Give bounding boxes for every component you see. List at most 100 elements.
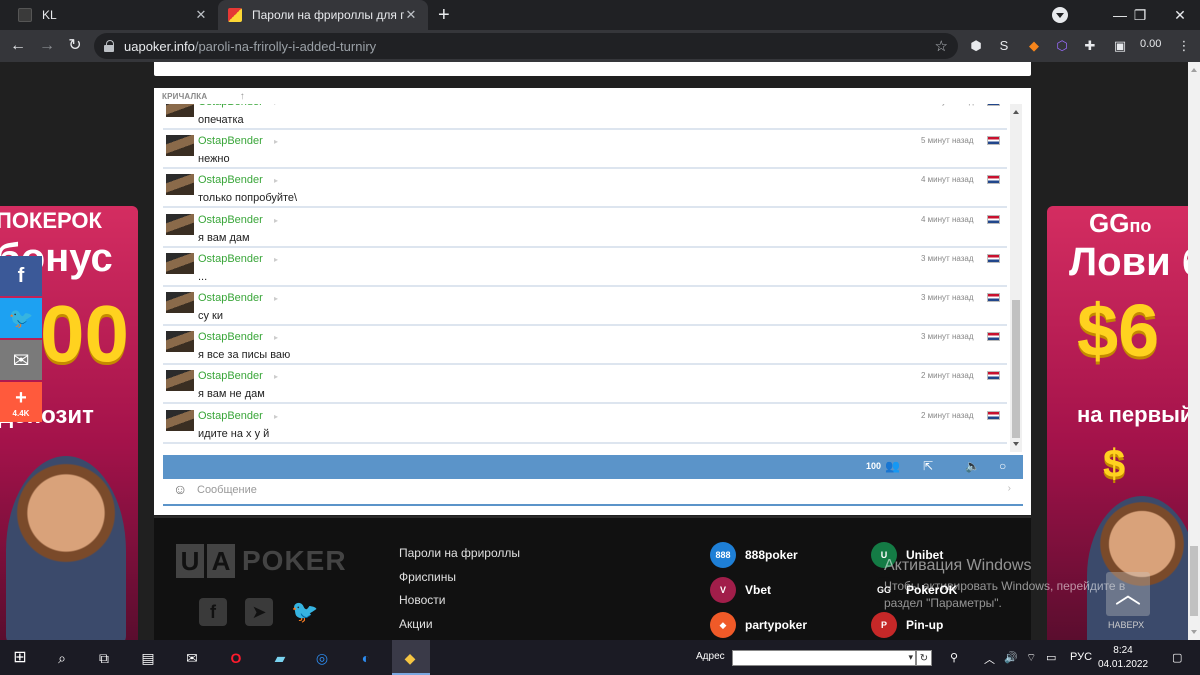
message-username[interactable]: OstapBender xyxy=(198,331,263,343)
reply-dot-icon[interactable]: ▸ xyxy=(274,255,278,264)
battery-icon[interactable]: ▭ xyxy=(1046,651,1056,664)
scroll-thumb[interactable] xyxy=(1190,546,1198,616)
people-icon[interactable]: ⚲ xyxy=(950,651,958,664)
popout-icon[interactable]: ⇱ xyxy=(923,459,933,473)
footer-link-promos[interactable]: Акции xyxy=(399,617,433,631)
message-username[interactable]: OstapBender xyxy=(198,214,263,226)
reply-dot-icon[interactable]: ▸ xyxy=(274,412,278,421)
edge-icon[interactable]: ◐ xyxy=(356,648,376,668)
store-icon[interactable]: ▤ xyxy=(138,648,158,668)
scroll-thumb[interactable] xyxy=(1012,300,1020,438)
avatar[interactable] xyxy=(166,331,194,353)
telegram-icon[interactable]: ➤ xyxy=(245,598,273,626)
notifications-icon[interactable]: ▢ xyxy=(1172,651,1182,664)
address-toolbar-input[interactable]: ▾ xyxy=(732,650,916,666)
footer-link-news[interactable]: Новости xyxy=(399,593,445,607)
sound-icon[interactable]: 🔈 xyxy=(965,459,980,473)
avatar[interactable] xyxy=(166,213,194,235)
tab-uapoker[interactable]: Пароли на фрироллы для прив... ✕ xyxy=(218,0,428,30)
smiley-icon[interactable]: ☺ xyxy=(173,481,187,497)
tray-chevron-up-icon[interactable]: ︿ xyxy=(984,651,995,667)
puzzle-extensions-icon[interactable]: ✚ xyxy=(1082,38,1098,54)
avatar[interactable] xyxy=(166,135,194,157)
message-username[interactable]: OstapBender xyxy=(198,370,263,382)
send-arrow-icon[interactable]: › xyxy=(1008,483,1011,494)
notes-icon[interactable]: ▰ xyxy=(270,648,290,668)
bookmark-star-icon[interactable]: ☆ xyxy=(935,37,948,55)
reply-dot-icon[interactable]: ▸ xyxy=(274,372,278,381)
s-extension-icon[interactable]: S xyxy=(996,38,1012,54)
reply-dot-icon[interactable]: ▸ xyxy=(274,176,278,185)
share-twitter-button[interactable]: 🐦 xyxy=(0,298,42,338)
scroll-down-icon[interactable] xyxy=(1191,630,1197,637)
share-more-button[interactable]: + 4.4K xyxy=(0,382,42,422)
message-username[interactable]: OstapBender xyxy=(198,104,263,108)
search-icon[interactable]: ⌕ xyxy=(52,648,72,668)
wallet-extension-icon[interactable]: ▣ xyxy=(1112,38,1128,54)
chrome-like-icon[interactable]: ◆ xyxy=(400,648,420,668)
status-circle-icon[interactable]: ○ xyxy=(999,459,1006,473)
poker-room-link[interactable]: P Pin-up xyxy=(871,612,943,638)
restore-icon[interactable]: ❐ xyxy=(1120,0,1160,30)
scroll-up-icon[interactable] xyxy=(1013,107,1019,114)
footer-link-freespins[interactable]: Фриспины xyxy=(399,570,456,584)
footer-link-freerolls[interactable]: Пароли на фрироллы xyxy=(399,546,520,560)
arrow-up-icon[interactable]: ↑ xyxy=(240,91,245,102)
address-bar[interactable]: uapoker.info /paroli-na-frirolly-i-added… xyxy=(94,33,958,59)
users-icon[interactable]: 👥 xyxy=(885,459,900,473)
message-username[interactable]: OstapBender xyxy=(198,174,263,186)
tab-kl[interactable]: KL ✕ xyxy=(8,0,218,30)
mail-icon[interactable]: ✉ xyxy=(182,648,202,668)
message-list-scrollbar[interactable] xyxy=(1010,104,1022,452)
volume-icon[interactable]: 🔊 xyxy=(1004,651,1018,664)
new-tab-icon[interactable]: + xyxy=(438,5,450,25)
hex-extension-icon[interactable]: ⬡ xyxy=(1054,38,1070,54)
facebook-icon[interactable]: f xyxy=(199,598,227,626)
windows-start-icon[interactable]: ⊞ xyxy=(10,648,30,668)
reply-dot-icon[interactable]: ▸ xyxy=(274,137,278,146)
chevron-down-icon[interactable]: ▾ xyxy=(908,652,913,663)
cube-extension-icon[interactable]: ⬢ xyxy=(968,38,984,54)
message-username[interactable]: OstapBender xyxy=(198,410,263,422)
avatar[interactable] xyxy=(166,252,194,274)
poker-room-link[interactable]: ◆ partypoker xyxy=(710,612,807,638)
avatar[interactable] xyxy=(166,370,194,392)
message-username[interactable]: OstapBender xyxy=(198,253,263,265)
scroll-up-icon[interactable] xyxy=(1191,65,1197,72)
avatar[interactable] xyxy=(166,104,194,117)
uapoker-logo[interactable]: U A POKER xyxy=(176,544,347,578)
message-username[interactable]: OstapBender xyxy=(198,292,263,304)
menu-icon[interactable]: ⋮ xyxy=(1176,38,1192,54)
poker-room-link[interactable]: 888 888poker xyxy=(710,542,798,568)
reply-dot-icon[interactable]: ▸ xyxy=(274,333,278,342)
message-input[interactable]: ☺ Сообщение › xyxy=(163,481,1023,501)
tab-search-icon[interactable] xyxy=(1052,7,1068,23)
avatar[interactable] xyxy=(166,174,194,196)
close-window-icon[interactable]: ✕ xyxy=(1160,0,1200,30)
close-icon[interactable]: ✕ xyxy=(404,7,418,23)
poker-room-link[interactable]: V Vbet xyxy=(710,577,771,603)
avatar[interactable] xyxy=(166,409,194,431)
opera-icon[interactable]: O xyxy=(226,648,246,668)
app-circle-icon[interactable]: ◎ xyxy=(312,648,332,668)
reply-dot-icon[interactable]: ▸ xyxy=(274,104,278,107)
fox-extension-icon[interactable]: ◆ xyxy=(1026,38,1042,54)
share-email-button[interactable]: ✉ xyxy=(0,340,42,380)
back-to-top-button[interactable]: ︿ xyxy=(1106,572,1150,616)
address-go-icon[interactable]: ↻ xyxy=(916,650,932,666)
share-facebook-button[interactable]: f xyxy=(0,256,42,296)
scroll-down-icon[interactable] xyxy=(1013,442,1019,449)
network-icon[interactable]: ⌔ xyxy=(1026,651,1036,665)
page-scrollbar[interactable] xyxy=(1188,62,1200,640)
avatar[interactable] xyxy=(166,292,194,313)
reply-dot-icon[interactable]: ▸ xyxy=(274,216,278,225)
reload-icon[interactable]: ↻ xyxy=(65,36,85,56)
message-username[interactable]: OstapBender xyxy=(198,135,263,147)
back-icon[interactable]: ← xyxy=(8,36,28,56)
task-view-icon[interactable]: ⧉ xyxy=(94,648,114,668)
language-indicator[interactable]: РУС xyxy=(1070,651,1092,663)
close-icon[interactable]: ✕ xyxy=(194,7,208,23)
twitter-icon[interactable]: 🐦 xyxy=(291,598,319,626)
taskbar-clock[interactable]: 8:24 04.01.2022 xyxy=(1098,644,1148,672)
reply-dot-icon[interactable]: ▸ xyxy=(274,294,278,303)
